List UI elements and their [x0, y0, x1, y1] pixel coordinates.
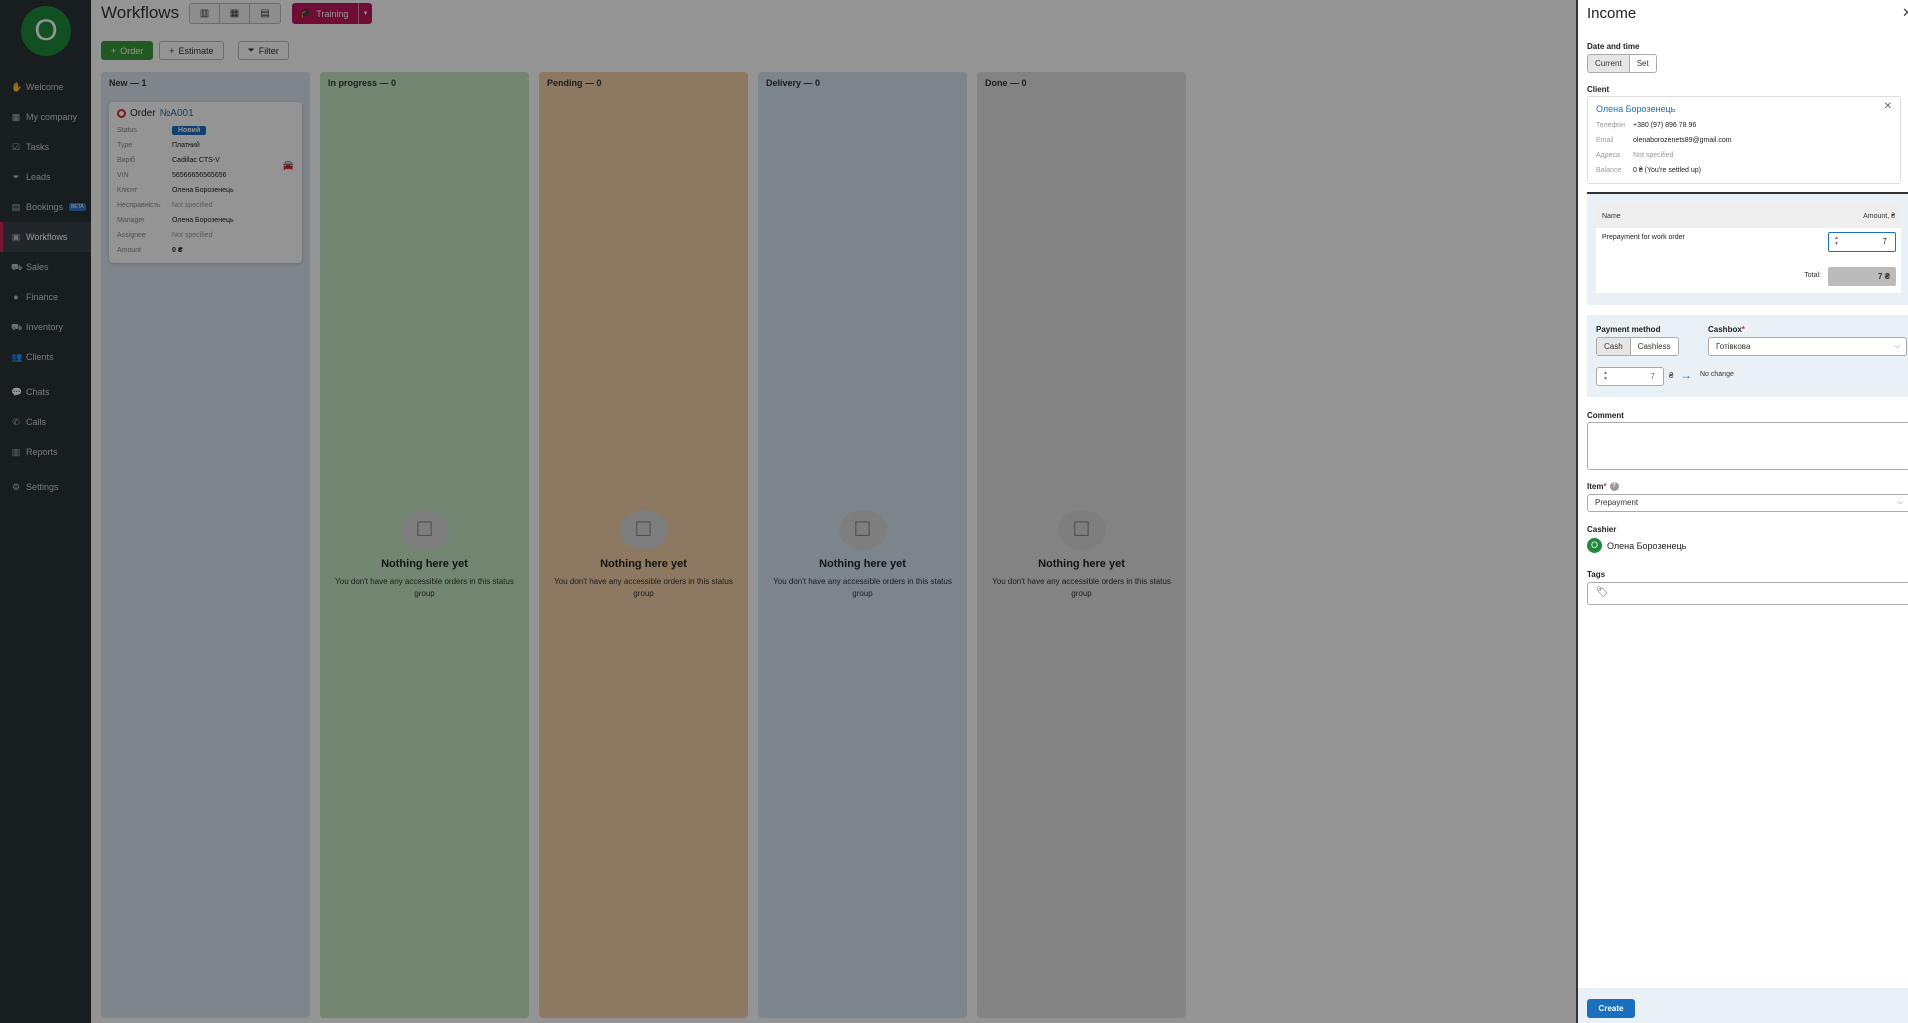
- item-select[interactable]: Prepayment ⌵: [1587, 494, 1908, 512]
- items-table: Name Amount, ₴ Prepayment for work order…: [1596, 204, 1901, 293]
- cashbox-select[interactable]: Готівкова ⌵: [1708, 337, 1907, 356]
- comment-label: Comment: [1587, 411, 1624, 420]
- income-panel: Income ✕ Date and time Current Set Clien…: [1576, 0, 1908, 1023]
- tags-label: Tags: [1587, 570, 1606, 579]
- client-address-row: Адреса Not specified: [1596, 152, 1674, 159]
- item-name: Prepayment for work order: [1602, 234, 1685, 241]
- info-icon[interactable]: ?: [1609, 482, 1619, 492]
- pay-cashless-button[interactable]: Cashless: [1630, 338, 1678, 355]
- client-name-link[interactable]: Олена Борозенець: [1596, 104, 1675, 114]
- item-amount-input[interactable]: ▲ ▼ 7: [1828, 232, 1896, 252]
- client-label: Client: [1587, 85, 1610, 94]
- item-label: Item*?: [1587, 482, 1619, 492]
- cashier: O Олена Борозенець: [1587, 538, 1686, 553]
- date-label: Date and time: [1587, 42, 1640, 51]
- client-balance-row: Balance 0 ₴ (You're settled up): [1596, 167, 1702, 174]
- pay-cash-button[interactable]: Cash: [1597, 338, 1631, 355]
- cashier-label: Cashier: [1587, 525, 1617, 534]
- stepper-icon[interactable]: ▲ ▼: [1834, 235, 1839, 247]
- chevron-down-icon: ⌵: [1894, 343, 1900, 350]
- date-set-button[interactable]: Set: [1629, 55, 1656, 72]
- date-current-button[interactable]: Current: [1588, 55, 1630, 72]
- close-icon[interactable]: ✕: [1902, 5, 1908, 21]
- chevron-down-icon: ⌵: [1897, 499, 1903, 506]
- cashbox-label: Cashbox*: [1708, 325, 1745, 334]
- arrow-right-icon: →: [1680, 368, 1692, 382]
- change-text: No change: [1700, 371, 1734, 378]
- panel-title: Income: [1587, 5, 1637, 22]
- currency-sign: ₴: [1669, 371, 1674, 380]
- stepper-icon[interactable]: ▲ ▼: [1603, 370, 1608, 382]
- items-section: Name Amount, ₴ Prepayment for work order…: [1587, 192, 1908, 305]
- client-card: Олена Борозенець ✕ Телефон +380 (97) 896 …: [1587, 96, 1901, 184]
- client-email-row: Email olenaborozenets89@gmail.com: [1596, 137, 1732, 144]
- avatar: O: [1587, 538, 1602, 553]
- comment-textarea[interactable]: [1587, 422, 1908, 470]
- create-button[interactable]: Create: [1587, 999, 1635, 1018]
- payment-method-label: Payment method: [1596, 325, 1661, 334]
- payment-method-toggle: Cash Cashless: [1596, 337, 1679, 356]
- tags-input[interactable]: 🏷: [1587, 582, 1908, 605]
- date-toggle: Current Set: [1587, 54, 1657, 73]
- items-table-header: Name Amount, ₴: [1596, 204, 1901, 228]
- payment-section: Payment method Cash Cashless Cashbox* Го…: [1587, 315, 1908, 397]
- panel-footer: Create: [1578, 988, 1908, 1023]
- remove-client-icon[interactable]: ✕: [1884, 101, 1892, 112]
- total-value: 7 ₴: [1828, 267, 1896, 286]
- tag-icon: 🏷: [1596, 587, 1609, 598]
- client-phone-row: Телефон +380 (97) 896 78 96: [1596, 122, 1697, 129]
- total-label: Total:: [1804, 272, 1821, 279]
- modal-overlay[interactable]: [0, 0, 1576, 1023]
- paid-amount-input[interactable]: ▲ ▼ 7: [1596, 367, 1664, 386]
